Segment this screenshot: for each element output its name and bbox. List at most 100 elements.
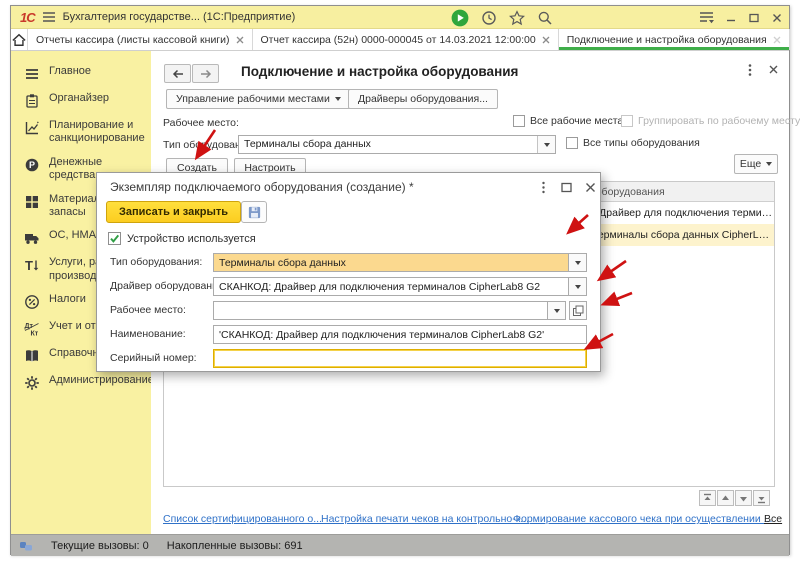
page-title: Подключение и настройка оборудования (241, 64, 518, 79)
form-more-button[interactable] (743, 63, 757, 77)
discussions-button[interactable] (451, 9, 469, 27)
checkbox-label: Группировать по рабочему месту (638, 115, 800, 127)
workplace-filter-label: Рабочее место: (163, 117, 239, 129)
chevron-down-icon[interactable] (569, 253, 587, 272)
button-label: Записать и закрыть (119, 206, 228, 218)
forward-button[interactable] (192, 64, 219, 83)
floppy-icon (247, 205, 262, 220)
equipment-type-input[interactable] (213, 253, 569, 272)
move-down-icon (738, 493, 749, 504)
chevron-down-icon[interactable] (537, 136, 555, 153)
row-move-buttons (699, 490, 770, 506)
save-button[interactable] (241, 201, 267, 223)
sidebar-item-label: Органайзер (49, 92, 146, 105)
dialog-close-button[interactable] (584, 181, 597, 194)
minimize-icon (725, 12, 737, 24)
home-tab[interactable] (11, 29, 28, 50)
all-workplaces-checkbox[interactable]: Все рабочие места (513, 115, 623, 127)
move-down-button[interactable] (735, 490, 752, 506)
all-equipment-types-checkbox[interactable]: Все типы оборудования (566, 137, 700, 149)
field-label: Тип оборудования: (110, 256, 202, 268)
inventory-icon (24, 194, 40, 210)
field-row-workplace: Рабочее место: (97, 301, 600, 320)
form-close-button[interactable] (767, 63, 780, 76)
chevron-down-icon[interactable] (569, 277, 587, 296)
check-icon (109, 233, 120, 244)
chevron-down-icon[interactable] (548, 301, 566, 320)
open-list-icon[interactable] (569, 301, 587, 320)
move-up-icon (720, 493, 731, 504)
1c-logo: 1С (20, 10, 35, 25)
equipment-instance-dialog: Экземпляр подключаемого оборудования (со… (96, 172, 601, 372)
group-by-workplace-checkbox: Группировать по рабочему месту (621, 115, 800, 127)
checkbox-box[interactable] (108, 232, 121, 245)
device-used-checkbox[interactable]: Устройство используется (108, 232, 256, 245)
history-button[interactable] (481, 10, 497, 26)
workplace-input[interactable] (213, 301, 548, 320)
receipt-print-setup-link[interactable]: Настройка печати чеков на контрольно-к..… (321, 513, 529, 525)
equipment-drivers-button[interactable]: Драйверы оборудования... (348, 89, 498, 109)
svg-text:P: P (29, 160, 35, 170)
tab-equipment-setup[interactable]: Подключение и настройка оборудования (559, 29, 790, 50)
save-and-close-button[interactable]: Записать и закрыть (106, 201, 241, 223)
main-menu-button[interactable] (42, 11, 56, 23)
sidebar-item-planning[interactable]: Планирование и санкционирование (11, 115, 151, 150)
tab-close-icon[interactable] (236, 36, 244, 44)
kebab-icon (537, 181, 550, 194)
history-icon (481, 10, 497, 26)
back-button[interactable] (164, 64, 191, 83)
sidebar-item-administration[interactable]: Администрирование (11, 370, 151, 395)
home-icon (11, 33, 27, 47)
favorites-button[interactable] (509, 10, 525, 26)
certified-equipment-link[interactable]: Список сертифицированного о... (163, 513, 322, 525)
all-link[interactable]: Все (764, 513, 782, 525)
cash-receipt-link[interactable]: Формирование кассового чека при осуществ… (513, 513, 772, 525)
tab-close-icon[interactable] (773, 36, 781, 44)
checkbox-label: Все рабочие места (530, 115, 623, 127)
discussions-icon (451, 9, 469, 27)
combobox-value: Терминалы сбора данных (239, 136, 537, 153)
arrow-left-icon (171, 68, 185, 80)
titlebar: 1С Бухгалтерия государстве... (1С:Предпр… (11, 6, 789, 29)
service-menu-button[interactable] (699, 11, 714, 24)
equipment-type-combobox[interactable]: Терминалы сбора данных (238, 135, 556, 154)
sidebar-item-main[interactable]: Главное (11, 61, 151, 86)
hamburger-icon (42, 11, 56, 23)
more-button[interactable]: Еще (734, 154, 778, 174)
current-calls: Текущие вызовы: 0 (51, 540, 149, 552)
tabs-bar: Отчеты кассира (листы кассовой книги) От… (11, 29, 789, 51)
field-row-serial: Серийный номер: (97, 349, 600, 368)
sidebar-item-label: Главное (49, 65, 146, 78)
field-row-type: Тип оборудования: (97, 253, 600, 272)
name-input[interactable] (213, 325, 587, 344)
button-label: Драйверы оборудования... (358, 93, 488, 105)
close-button[interactable] (771, 12, 783, 24)
maximize-button[interactable] (748, 12, 760, 24)
tab-close-icon[interactable] (542, 36, 550, 44)
driver-input[interactable] (213, 277, 569, 296)
close-icon (767, 63, 780, 76)
tab-cashier-report-52n[interactable]: Отчет кассира (52н) 0000-000045 от 14.03… (253, 29, 559, 50)
button-label: Еще (740, 158, 761, 170)
search-button[interactable] (537, 10, 553, 26)
checkbox-box[interactable] (566, 137, 578, 149)
tab-cashier-reports[interactable]: Отчеты кассира (листы кассовой книги) (28, 29, 253, 50)
move-up-button[interactable] (717, 490, 734, 506)
truck-icon (24, 230, 40, 246)
dialog-more-button[interactable] (537, 181, 550, 194)
move-top-button[interactable] (699, 490, 716, 506)
svg-text:T: T (25, 258, 33, 273)
close-icon (584, 181, 597, 194)
checkbox-box (621, 115, 633, 127)
serial-number-input[interactable] (213, 349, 587, 368)
gear-icon (24, 375, 40, 391)
manage-workplaces-button[interactable]: Управление рабочими местами (166, 89, 351, 109)
dialog-maximize-button[interactable] (560, 181, 573, 194)
minimize-button[interactable] (725, 12, 737, 24)
checkbox-box[interactable] (513, 115, 525, 127)
sidebar-item-organizer[interactable]: Органайзер (11, 88, 151, 113)
move-bottom-button[interactable] (753, 490, 770, 506)
service-menu-icon (699, 11, 714, 24)
book-icon (24, 348, 40, 364)
field-label: Драйвер оборудования: (110, 280, 227, 292)
